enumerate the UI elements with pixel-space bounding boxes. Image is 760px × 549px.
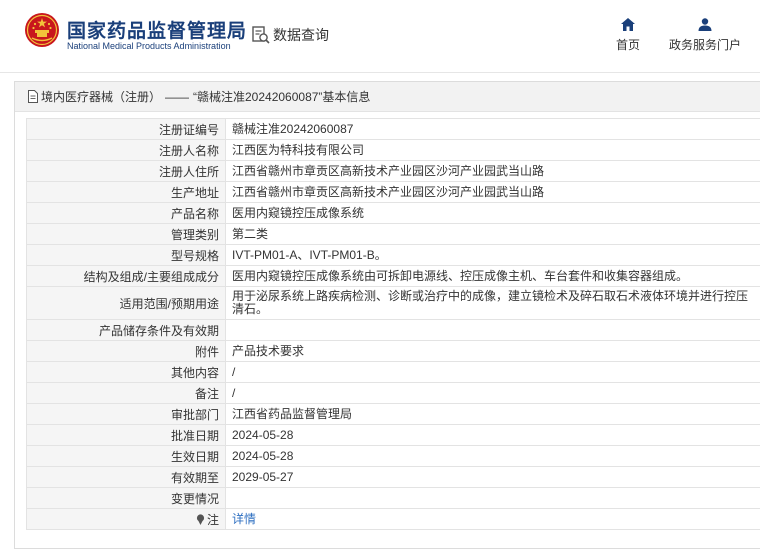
field-value: 用于泌尿系统上路疾病检测、诊断或治疗中的成像，建立镜检术及碎石取石术液体环境并进… <box>225 286 760 320</box>
field-value <box>225 487 760 509</box>
field-label: 审批部门 <box>26 403 226 425</box>
data-query-link[interactable]: 数据查询 <box>251 24 329 46</box>
field-label: 附件 <box>26 340 226 362</box>
breadcrumb-separator: —— <box>165 89 190 104</box>
table-row: 型号规格 IVT-PM01-A、IVT-PM01-B。 <box>26 244 760 266</box>
field-label: 变更情况 <box>26 487 226 509</box>
field-value: 赣械注准20242060087 <box>225 118 760 140</box>
field-value: 医用内窥镜控压成像系统 <box>225 202 760 224</box>
breadcrumb-category[interactable]: 境内医疗器械（注册） <box>41 88 161 105</box>
note-row: 注详情 <box>26 508 760 530</box>
table-row: 备注 / <box>26 382 760 404</box>
field-value: 江西省药品监督管理局 <box>225 403 760 425</box>
table-row: 生效日期 2024-05-28 <box>26 445 760 467</box>
home-icon <box>621 18 635 31</box>
field-value: 产品技术要求 <box>225 340 760 362</box>
pin-icon <box>196 513 205 525</box>
site-title: 国家药品监督管理局 <box>67 21 248 42</box>
table-row: 产品储存条件及有效期 <box>26 319 760 341</box>
field-label: 适用范围/预期用途 <box>26 286 226 320</box>
field-value: 第二类 <box>225 223 760 245</box>
table-row: 结构及组成/主要组成成分 医用内窥镜控压成像系统由可拆卸电源线、控压成像主机、车台… <box>26 265 760 287</box>
table-row: 注册证编号 赣械注准20242060087 <box>26 118 760 140</box>
field-label: 备注 <box>26 382 226 404</box>
table-row: 其他内容 / <box>26 361 760 383</box>
note-label: 注 <box>206 512 219 527</box>
table-row: 适用范围/预期用途 用于泌尿系统上路疾病检测、诊断或治疗中的成像，建立镜检术及碎石… <box>26 286 760 320</box>
table-row: 生产地址 江西省赣州市章贡区高新技术产业园区沙河产业园武当山路 <box>26 181 760 203</box>
nav-gov-services-label: 政务服务门户 <box>668 38 741 52</box>
field-label: 型号规格 <box>26 244 226 266</box>
field-label: 批准日期 <box>26 424 226 446</box>
nav-gov-services[interactable]: 政务服务门户 <box>663 18 747 53</box>
site-subtitle: National Medical Products Administration <box>67 41 231 51</box>
table-row: 审批部门 江西省药品监督管理局 <box>26 403 760 425</box>
header-divider <box>0 72 760 73</box>
data-query-icon <box>252 26 270 44</box>
field-value: 江西省赣州市章贡区高新技术产业园区沙河产业园武当山路 <box>225 160 760 182</box>
field-label: 有效期至 <box>26 466 226 488</box>
detail-panel: 境内医疗器械（注册） —— “赣械注准20242060087”基本信息 注册证编… <box>14 81 760 549</box>
field-label: 生效日期 <box>26 445 226 467</box>
breadcrumb: 境内医疗器械（注册） —— “赣械注准20242060087”基本信息 <box>15 82 760 112</box>
field-value: 2024-05-28 <box>225 424 760 446</box>
nav-home[interactable]: 首页 <box>612 18 644 53</box>
field-value: IVT-PM01-A、IVT-PM01-B。 <box>225 244 760 266</box>
field-label: 注册人住所 <box>26 160 226 182</box>
table-row: 有效期至 2029-05-27 <box>26 466 760 488</box>
table-row: 产品名称 医用内窥镜控压成像系统 <box>26 202 760 224</box>
registration-info-table: 注册证编号 赣械注准20242060087 注册人名称 江西医为特科技有限公司 注册人住… <box>26 118 760 530</box>
field-value <box>225 319 760 341</box>
field-label: 其他内容 <box>26 361 226 383</box>
breadcrumb-title: “赣械注准20242060087”基本信息 <box>193 90 371 104</box>
document-icon <box>28 90 38 103</box>
field-label: 管理类别 <box>26 223 226 245</box>
field-label: 注册证编号 <box>26 118 226 140</box>
details-link[interactable]: 详情 <box>232 512 256 526</box>
field-label: 注册人名称 <box>26 139 226 161</box>
table-row: 批准日期 2024-05-28 <box>26 424 760 446</box>
field-value: 江西医为特科技有限公司 <box>225 139 760 161</box>
national-emblem-icon <box>25 13 59 47</box>
field-value: / <box>225 361 760 383</box>
table-row: 注册人住所 江西省赣州市章贡区高新技术产业园区沙河产业园武当山路 <box>26 160 760 182</box>
field-value: 2029-05-27 <box>225 466 760 488</box>
user-icon <box>698 18 712 31</box>
field-value: 医用内窥镜控压成像系统由可拆卸电源线、控压成像主机、车台套件和收集容器组成。 <box>225 265 760 287</box>
table-row: 管理类别 第二类 <box>26 223 760 245</box>
field-label: 产品储存条件及有效期 <box>26 319 226 341</box>
data-query-label: 数据查询 <box>273 27 329 43</box>
table-row: 附件 产品技术要求 <box>26 340 760 362</box>
field-value: 2024-05-28 <box>225 445 760 467</box>
nav-home-label: 首页 <box>615 38 640 52</box>
field-value: 江西省赣州市章贡区高新技术产业园区沙河产业园武当山路 <box>225 181 760 203</box>
field-value: / <box>225 382 760 404</box>
site-header: 国家药品监督管理局 National Medical Products Admi… <box>0 0 760 72</box>
note-value-cell: 详情 <box>225 508 760 530</box>
table-row: 变更情况 <box>26 487 760 509</box>
table-row: 注册人名称 江西医为特科技有限公司 <box>26 139 760 161</box>
note-label-cell: 注 <box>26 508 226 530</box>
field-label: 生产地址 <box>26 181 226 203</box>
field-label: 产品名称 <box>26 202 226 224</box>
field-label: 结构及组成/主要组成成分 <box>26 265 226 287</box>
